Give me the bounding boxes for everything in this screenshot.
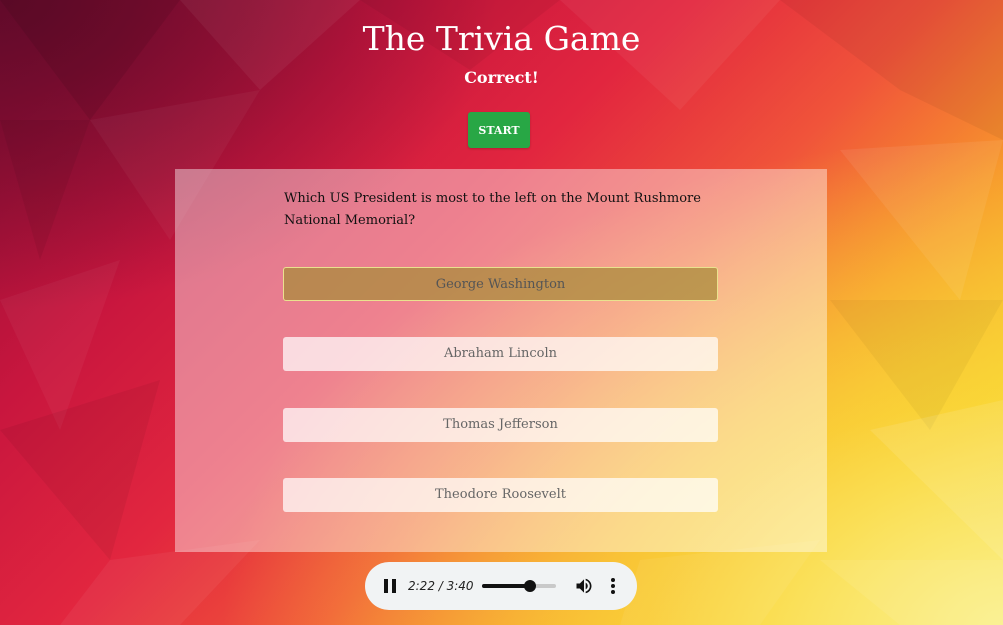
seek-progress: [482, 584, 530, 588]
audio-player: 2:22 / 3:40: [365, 562, 637, 610]
volume-icon[interactable]: [574, 576, 594, 596]
answer-option[interactable]: Thomas Jefferson: [283, 408, 718, 442]
seek-slider[interactable]: [482, 580, 556, 592]
page-title: The Trivia Game: [362, 19, 641, 58]
answer-option[interactable]: Theodore Roosevelt: [283, 478, 718, 512]
answer-option[interactable]: George Washington: [283, 267, 718, 301]
start-button[interactable]: START: [468, 112, 530, 148]
seek-thumb[interactable]: [523, 580, 536, 592]
more-vert-icon[interactable]: [606, 576, 620, 596]
answer-option[interactable]: Abraham Lincoln: [283, 337, 718, 371]
answer-status: Correct!: [464, 68, 539, 87]
pause-icon[interactable]: [384, 579, 396, 593]
time-display: 2:22 / 3:40: [408, 579, 474, 593]
question-text: Which US President is most to the left o…: [284, 191, 701, 228]
